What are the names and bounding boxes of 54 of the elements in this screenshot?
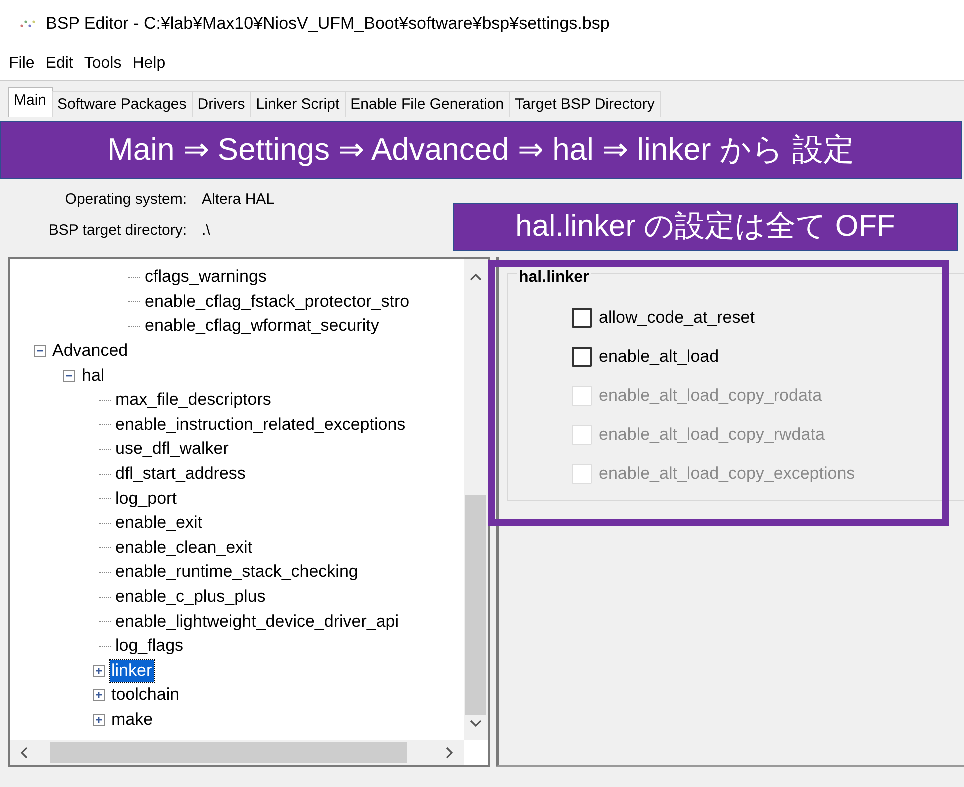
tree-item[interactable]: toolchain — [110, 684, 182, 706]
option-label: allow_code_at_reset — [599, 306, 755, 329]
field-value: .\ — [202, 221, 210, 241]
tree-item[interactable]: hal — [80, 364, 107, 387]
option-label: enable_alt_load — [599, 346, 720, 368]
checkbox[interactable] — [572, 308, 592, 328]
tree-item[interactable]: enable_c_plus_plus — [114, 586, 268, 608]
field-value: Altera HAL — [202, 190, 275, 210]
option-label: enable_alt_load_copy_rwdata — [599, 424, 825, 446]
tree-item[interactable]: linker — [110, 660, 154, 682]
tab[interactable]: Software Packages — [52, 91, 193, 117]
horizontal-scrollbar[interactable] — [10, 740, 464, 765]
scroll-up-icon[interactable] — [470, 273, 482, 281]
tab[interactable]: Main — [8, 87, 53, 117]
tree-item[interactable]: enable_cflag_wformat_security — [143, 315, 382, 338]
scroll-right-icon[interactable] — [446, 747, 454, 759]
tab[interactable]: Target BSP Directory — [509, 91, 661, 117]
tree-item[interactable]: enable_clean_exit — [114, 536, 255, 559]
scroll-thumb[interactable] — [465, 495, 486, 715]
field-label: Operating system: — [64, 190, 188, 210]
tree-item[interactable]: cflags_warnings — [143, 266, 269, 288]
expander-icon[interactable] — [92, 664, 104, 677]
scroll-down-icon[interactable] — [470, 720, 482, 728]
tree-item[interactable]: dfl_start_address — [114, 463, 248, 486]
annotation-banner: Main ⇒ Settings ⇒ Advanced ⇒ hal ⇒ linker から 設定 — [0, 121, 962, 179]
expander-icon[interactable] — [92, 689, 104, 702]
tree-item[interactable]: max_file_descriptors — [114, 389, 274, 412]
tree-item[interactable]: make — [110, 708, 156, 731]
tree-item[interactable]: use_dfl_walker — [114, 438, 231, 460]
tree-item[interactable]: Advanced — [50, 340, 130, 362]
menu-item[interactable]: File — [8, 52, 36, 76]
window-title: BSP Editor - C:¥lab¥Max10¥NiosV_UFM_Boot¥software¥bsp¥settings.bsp — [46, 13, 610, 36]
scroll-thumb[interactable] — [50, 742, 407, 763]
field-label: BSP target directory: — [48, 221, 188, 241]
menu-item[interactable]: Help — [132, 52, 167, 76]
scroll-left-icon[interactable] — [20, 747, 28, 759]
checkbox[interactable] — [572, 346, 592, 366]
menu-item[interactable]: Tools — [83, 52, 123, 76]
tree-item[interactable]: enable_runtime_stack_checking — [114, 561, 360, 584]
expander-icon[interactable] — [63, 370, 75, 382]
expander-icon[interactable] — [92, 714, 104, 726]
tree-item[interactable]: enable_exit — [114, 512, 204, 534]
expander-icon[interactable] — [34, 345, 46, 358]
annotation-banner: hal.linker の設定は全て OFF — [453, 203, 958, 251]
menu-item[interactable]: Edit — [44, 52, 74, 76]
option-label: enable_alt_load_copy_rodata — [599, 384, 822, 407]
tree-item[interactable]: enable_instruction_related_exceptions — [114, 414, 408, 436]
tree-item[interactable]: log_port — [114, 488, 179, 510]
tree-item[interactable]: enable_cflag_fstack_protector_stro — [143, 290, 412, 313]
tree-item[interactable]: enable_lightweight_device_driver_api — [114, 610, 402, 633]
option-label: enable_alt_load_copy_exceptions — [599, 462, 856, 485]
tree-item[interactable]: log_flags — [114, 635, 186, 658]
app-icon — [20, 20, 36, 28]
vertical-scrollbar[interactable] — [464, 259, 488, 740]
